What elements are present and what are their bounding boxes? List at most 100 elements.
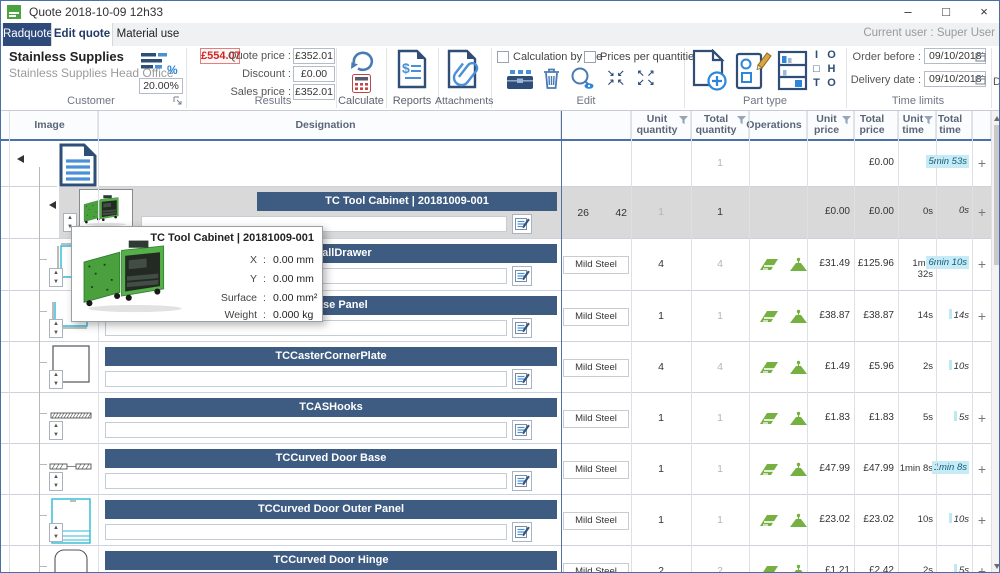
column-header-designation[interactable]: Designation: [98, 111, 561, 139]
maximize-button[interactable]: □: [939, 5, 953, 19]
tab-material-use[interactable]: Material use: [113, 23, 183, 46]
search-preview-icon[interactable]: [569, 66, 596, 94]
add-line-button[interactable]: +: [973, 155, 991, 171]
add-line-button[interactable]: +: [973, 410, 991, 426]
tab-edit-quote[interactable]: Edit quote: [51, 23, 113, 46]
discount-percent-field[interactable]: 20.00%: [139, 78, 183, 94]
designation-comment-input[interactable]: [105, 473, 507, 489]
edit-note-button[interactable]: [512, 266, 532, 286]
unit-quantity-cell[interactable]: 2: [631, 565, 691, 573]
table-row[interactable]: ▲▼TCCurved Door BaseMild Steel 2mm11£47.…: [1, 444, 991, 495]
quote-row-expander-icon[interactable]: [17, 155, 24, 163]
bending-operation-icon[interactable]: [788, 462, 809, 482]
stock-shelf-icon[interactable]: [777, 50, 808, 94]
add-part-icon[interactable]: [691, 49, 728, 95]
vertical-scrollbar[interactable]: [991, 111, 1000, 573]
designation-comment-input[interactable]: [105, 371, 507, 387]
collapse-all-icon[interactable]: ↘↙ ↗↖: [607, 69, 627, 87]
material-selector[interactable]: Mild Steel 2mm: [563, 461, 629, 479]
unit-quantity-cell[interactable]: 1: [631, 463, 691, 475]
designation-banner[interactable]: TCCurved Door Hinge: [105, 551, 557, 570]
minimize-button[interactable]: –: [901, 5, 915, 19]
row-quantity-spinner[interactable]: ▲▼: [49, 421, 63, 440]
unit-quantity-cell[interactable]: 1: [631, 412, 691, 424]
designation-comment-input[interactable]: [105, 422, 507, 438]
quote-document-icon[interactable]: [57, 143, 99, 187]
assembly-row-expander-icon[interactable]: [49, 201, 56, 209]
designation-comment-input[interactable]: [105, 320, 507, 336]
bending-operation-icon[interactable]: [788, 513, 809, 533]
column-header-add[interactable]: [972, 111, 991, 139]
prices-per-quantities-checkbox[interactable]: [584, 51, 596, 63]
material-selector[interactable]: Mild Steel 2mm: [563, 308, 629, 326]
add-line-button[interactable]: +: [973, 204, 991, 220]
discount-field[interactable]: £0.00: [293, 66, 335, 82]
add-line-button[interactable]: +: [973, 563, 991, 573]
designation-banner[interactable]: TCASHooks: [105, 398, 557, 417]
profile-types-icon[interactable]: IO □H TO: [809, 49, 843, 90]
bending-operation-icon[interactable]: [788, 564, 809, 573]
assembly-thumbnail[interactable]: [79, 189, 133, 231]
material-selector[interactable]: Mild Steel 2mm: [563, 512, 629, 530]
column-header-operations[interactable]: Operations: [749, 111, 807, 139]
designation-banner[interactable]: TCCasterCornerPlate: [105, 347, 557, 366]
row-quantity-spinner[interactable]: ▲▼: [49, 268, 63, 287]
tab-radquote[interactable]: Radquote: [3, 23, 51, 46]
part-thumbnail[interactable]: 90: [47, 549, 95, 573]
calculation-by-line-checkbox[interactable]: [497, 51, 509, 63]
edit-note-button[interactable]: [512, 214, 532, 234]
cutting-operation-icon[interactable]: [758, 513, 780, 533]
scrollbar-thumb[interactable]: [994, 125, 1000, 265]
column-header-total_time[interactable]: Total time: [936, 111, 972, 139]
attachments-icon[interactable]: [447, 49, 481, 92]
bending-operation-icon[interactable]: [788, 360, 809, 380]
attachments-button[interactable]: Attachments: [435, 95, 491, 107]
edit-note-button[interactable]: [512, 420, 532, 440]
bending-operation-icon[interactable]: [788, 411, 809, 431]
customer-dialog-launcher-icon[interactable]: [173, 96, 183, 109]
scroll-up-arrow-icon[interactable]: [994, 116, 1000, 121]
table-row[interactable]: 1£0.005min 53s+: [1, 141, 991, 187]
unit-quantity-cell[interactable]: 4: [631, 361, 691, 373]
column-header-unit_quantity[interactable]: Unit quantity: [631, 111, 691, 139]
toolbox-icon[interactable]: [506, 69, 534, 94]
cutting-operation-icon[interactable]: [758, 462, 780, 482]
column-header-material[interactable]: [561, 111, 631, 139]
add-line-button[interactable]: +: [973, 256, 991, 272]
material-selector[interactable]: Mild Steel 2mm: [563, 410, 629, 428]
quote-price-field[interactable]: £352.01: [293, 48, 335, 64]
designation-banner[interactable]: TCCurved Door Base: [105, 449, 557, 468]
filter-funnel-icon[interactable]: [924, 116, 933, 128]
edit-note-button[interactable]: [512, 318, 532, 338]
designation-banner[interactable]: TC Tool Cabinet | 20181009-001: [257, 192, 557, 211]
table-row[interactable]: 90▲▼TCCurved Door HingeMild Steel 2mm22£…: [1, 546, 991, 573]
row-quantity-spinner[interactable]: ▲▼: [49, 370, 63, 389]
edit-note-button[interactable]: [512, 471, 532, 491]
row-quantity-spinner[interactable]: ▲▼: [49, 523, 63, 542]
table-row[interactable]: ▲▼TCCurved Door Outer PanelMild Steel 2m…: [1, 495, 991, 546]
filter-funnel-icon[interactable]: [679, 116, 688, 128]
filter-funnel-icon[interactable]: [737, 116, 746, 128]
designation-comment-input[interactable]: [105, 524, 507, 540]
column-header-unit_time[interactable]: Unit time: [898, 111, 936, 139]
reports-icon[interactable]: $: [397, 49, 427, 92]
material-selector[interactable]: Mild Steel 2mm: [563, 563, 629, 573]
reports-button[interactable]: Reports: [388, 95, 436, 107]
expand-all-icon[interactable]: ↖↗ ↙↘: [637, 69, 657, 87]
column-header-unit_price[interactable]: Unit price: [807, 111, 854, 139]
edit-note-button[interactable]: [512, 369, 532, 389]
refresh-icon[interactable]: [347, 47, 377, 77]
column-header-image[interactable]: Image: [9, 111, 98, 139]
add-line-button[interactable]: +: [973, 512, 991, 528]
edit-part-icon[interactable]: [734, 49, 772, 95]
cutting-operation-icon[interactable]: [758, 257, 780, 277]
cutting-operation-icon[interactable]: [758, 564, 780, 573]
unit-quantity-cell[interactable]: 1: [631, 514, 691, 526]
column-header-total_price[interactable]: Total price: [854, 111, 898, 139]
bending-operation-icon[interactable]: [788, 309, 809, 329]
material-selector[interactable]: Mild Steel 2mm: [563, 256, 629, 274]
material-selector[interactable]: Mild Steel 2mm: [563, 359, 629, 377]
table-row[interactable]: ▲▼TCCasterCornerPlateMild Steel 2mm44£1.…: [1, 342, 991, 393]
calendar-icon[interactable]: [975, 51, 986, 65]
scroll-down-arrow-icon[interactable]: [994, 564, 1000, 569]
